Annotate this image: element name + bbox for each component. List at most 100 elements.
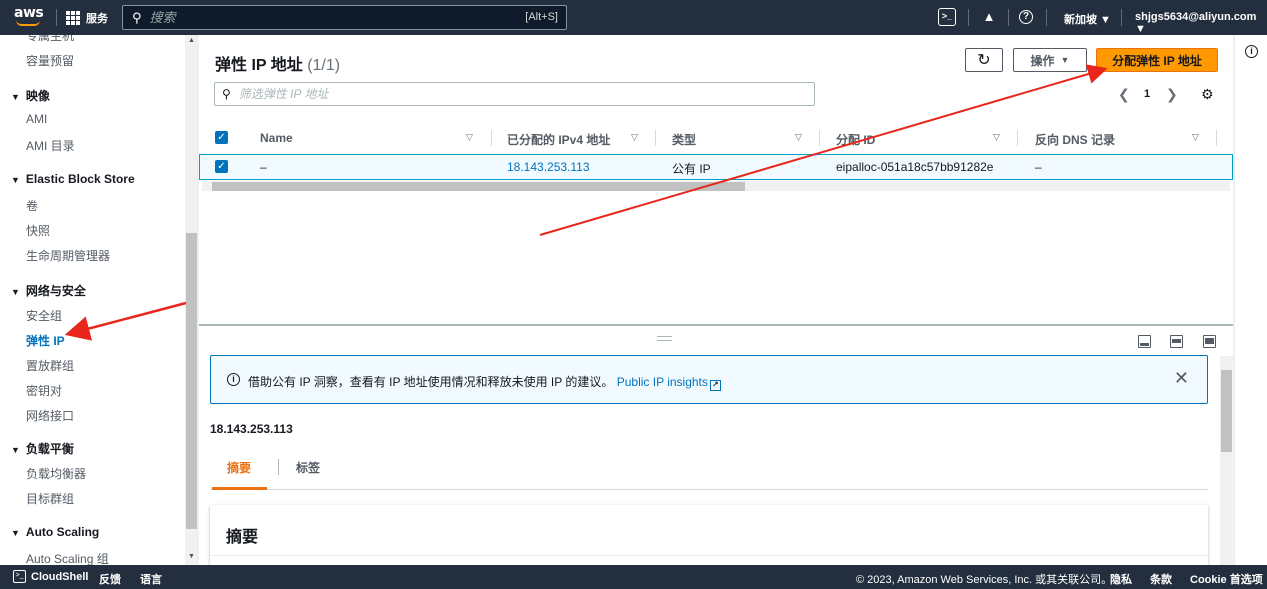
sidebar-item-0[interactable]: 专属主机: [26, 35, 74, 44]
search-input[interactable]: [149, 10, 480, 25]
sort-icon[interactable]: ▽: [1192, 132, 1199, 143]
info-panel-icon[interactable]: i: [1245, 45, 1258, 58]
sidebar-section-label: Elastic Block Store: [25, 172, 135, 186]
filter-input[interactable]: [238, 87, 739, 101]
main-content: 弹性 IP 地址 (1/1) ↻ 操作 ▼ 分配弹性 IP 地址 ⚲ ❮ 1 ❯…: [199, 35, 1233, 565]
refresh-icon: ↻: [977, 52, 991, 69]
sidebar-item-8[interactable]: 生命周期管理器: [26, 247, 110, 264]
footer-copyright: © 2023, Amazon Web Services, Inc. 或其关联公司…: [856, 574, 1113, 586]
notifications-bell-icon[interactable]: ▲: [980, 8, 998, 26]
actions-label: 操作: [1030, 53, 1055, 68]
sort-icon[interactable]: ▽: [795, 132, 802, 143]
drag-handle-icon[interactable]: [657, 336, 672, 341]
sidebar-item-13[interactable]: 密钥对: [26, 382, 62, 399]
sidebar-section-5[interactable]: ▼ Elastic Block Store: [11, 172, 135, 186]
sidebar-item-10[interactable]: 安全组: [26, 307, 62, 324]
filter-search[interactable]: ⚲: [214, 82, 815, 106]
footer-cloudshell-link[interactable]: CloudShell: [31, 571, 88, 583]
column-header-ipv4[interactable]: 已分配的 IPv4 地址: [507, 131, 610, 148]
global-search[interactable]: ⚲ [Alt+S]: [122, 5, 567, 30]
scroll-down-arrow-icon[interactable]: ▼: [188, 553, 195, 560]
sidebar-item-19[interactable]: Auto Scaling 组: [26, 550, 109, 565]
table-scrollbar-thumb[interactable]: [212, 182, 745, 191]
column-divider[interactable]: [1216, 130, 1217, 146]
help-icon[interactable]: ?: [1019, 10, 1033, 24]
cloudshell-icon[interactable]: >_: [13, 570, 26, 583]
split-panel-divider[interactable]: [199, 324, 1233, 326]
row-checkbox[interactable]: ✓: [215, 160, 228, 173]
panel-bottom-icon[interactable]: [1138, 335, 1151, 348]
table-horizontal-scrollbar[interactable]: [202, 181, 1230, 191]
info-text: 借助公有 IP 洞察，查看有 IP 地址使用情况和释放未使用 IP 的建议。: [248, 375, 614, 389]
public-ip-insights-link[interactable]: Public IP insights: [617, 375, 708, 389]
sidebar-item-12[interactable]: 置放群组: [26, 357, 74, 374]
settings-gear-icon[interactable]: ⚙: [1201, 86, 1214, 103]
column-divider[interactable]: [491, 130, 492, 146]
page-title: 弹性 IP 地址 (1/1): [215, 51, 340, 75]
sort-icon[interactable]: ▽: [993, 132, 1000, 143]
previous-page-icon[interactable]: ❮: [1118, 86, 1130, 103]
current-page[interactable]: 1: [1144, 88, 1150, 100]
caret-down-icon: ▼: [1060, 55, 1070, 65]
tab-tags[interactable]: 标签: [296, 459, 320, 476]
panel-side-icon[interactable]: [1170, 335, 1183, 348]
table-row[interactable]: ✓ – 18.143.253.113 公有 IP eipalloc-051a18…: [199, 154, 1233, 180]
column-divider[interactable]: [1017, 130, 1018, 146]
detail-vertical-scrollbar[interactable]: [1220, 356, 1233, 565]
sidebar-section-label: 映像: [25, 89, 50, 103]
selection-count: (1/1): [307, 57, 341, 74]
panel-full-icon[interactable]: [1203, 335, 1216, 348]
column-header-reverse-dns[interactable]: 反向 DNS 记录: [1035, 131, 1115, 148]
cloudshell-icon[interactable]: >_: [938, 8, 956, 26]
sidebar-section-2[interactable]: ▼ 映像: [11, 87, 50, 104]
aws-logo[interactable]: aws: [14, 5, 44, 29]
actions-button[interactable]: 操作 ▼: [1013, 48, 1087, 72]
column-header-type[interactable]: 类型: [672, 131, 696, 148]
footer-language-link[interactable]: 语言: [140, 571, 162, 587]
next-page-icon[interactable]: ❯: [1166, 86, 1178, 103]
account-menu[interactable]: shjgs5634@aliyun.com ▼: [1135, 11, 1267, 35]
sort-icon[interactable]: ▽: [466, 132, 473, 143]
sidebar-scrollbar-thumb[interactable]: [186, 233, 197, 529]
cell-ipv4-link[interactable]: 18.143.253.113: [507, 160, 590, 174]
sidebar-item-7[interactable]: 快照: [26, 222, 50, 239]
sidebar-item-14[interactable]: 网络接口: [26, 407, 74, 424]
allocate-elastic-ip-button[interactable]: 分配弹性 IP 地址: [1096, 48, 1218, 72]
scroll-up-arrow-icon[interactable]: ▲: [188, 37, 195, 44]
sidebar-item-3[interactable]: AMI: [26, 112, 47, 126]
external-link-icon[interactable]: ↗: [709, 380, 721, 391]
sidebar-item-16[interactable]: 负载均衡器: [26, 465, 86, 482]
sidebar-item-17[interactable]: 目标群组: [26, 490, 74, 507]
close-icon[interactable]: ✕: [1174, 368, 1189, 389]
detail-scrollbar-thumb[interactable]: [1221, 370, 1232, 452]
select-all-checkbox[interactable]: ✓: [215, 131, 228, 144]
sidebar-item-6[interactable]: 卷: [26, 197, 38, 214]
search-shortcut: [Alt+S]: [525, 11, 558, 23]
column-divider[interactable]: [655, 130, 656, 146]
services-menu-button[interactable]: 服务: [66, 10, 108, 26]
footer-feedback-link[interactable]: 反馈: [99, 571, 121, 587]
caret-down-icon: ▼: [11, 175, 20, 185]
caret-down-icon: ▼: [11, 92, 20, 102]
refresh-button[interactable]: ↻: [965, 48, 1003, 72]
table-header: ✓ Name ▽ 已分配的 IPv4 地址 ▽ 类型 ▽ 分配 ID ▽ 反向 …: [199, 123, 1233, 153]
sidebar-item-1[interactable]: 容量预留: [26, 52, 74, 69]
divider: [1046, 9, 1047, 26]
sort-icon[interactable]: ▽: [631, 132, 638, 143]
column-header-name[interactable]: Name: [260, 131, 293, 145]
sidebar-section-label: 负载平衡: [25, 442, 74, 456]
sidebar-item-4[interactable]: AMI 目录: [26, 137, 75, 154]
cell-reverse-dns: –: [1035, 160, 1042, 174]
footer-privacy-link[interactable]: 隐私: [1110, 571, 1132, 587]
column-divider[interactable]: [819, 130, 820, 146]
footer-terms-link[interactable]: 条款: [1150, 571, 1172, 587]
region-selector[interactable]: 新加坡 ▼: [1064, 11, 1111, 27]
column-header-allocation-id[interactable]: 分配 ID: [836, 131, 875, 148]
tab-summary[interactable]: 摘要: [227, 459, 251, 476]
search-icon: ⚲: [132, 9, 142, 25]
sidebar-item-11[interactable]: 弹性 IP: [26, 332, 65, 349]
sidebar-section-18[interactable]: ▼ Auto Scaling: [11, 525, 99, 539]
footer-cookie-link[interactable]: Cookie 首选项: [1190, 571, 1263, 587]
sidebar-section-15[interactable]: ▼ 负载平衡: [11, 440, 74, 457]
sidebar-section-9[interactable]: ▼ 网络与安全: [11, 282, 86, 299]
